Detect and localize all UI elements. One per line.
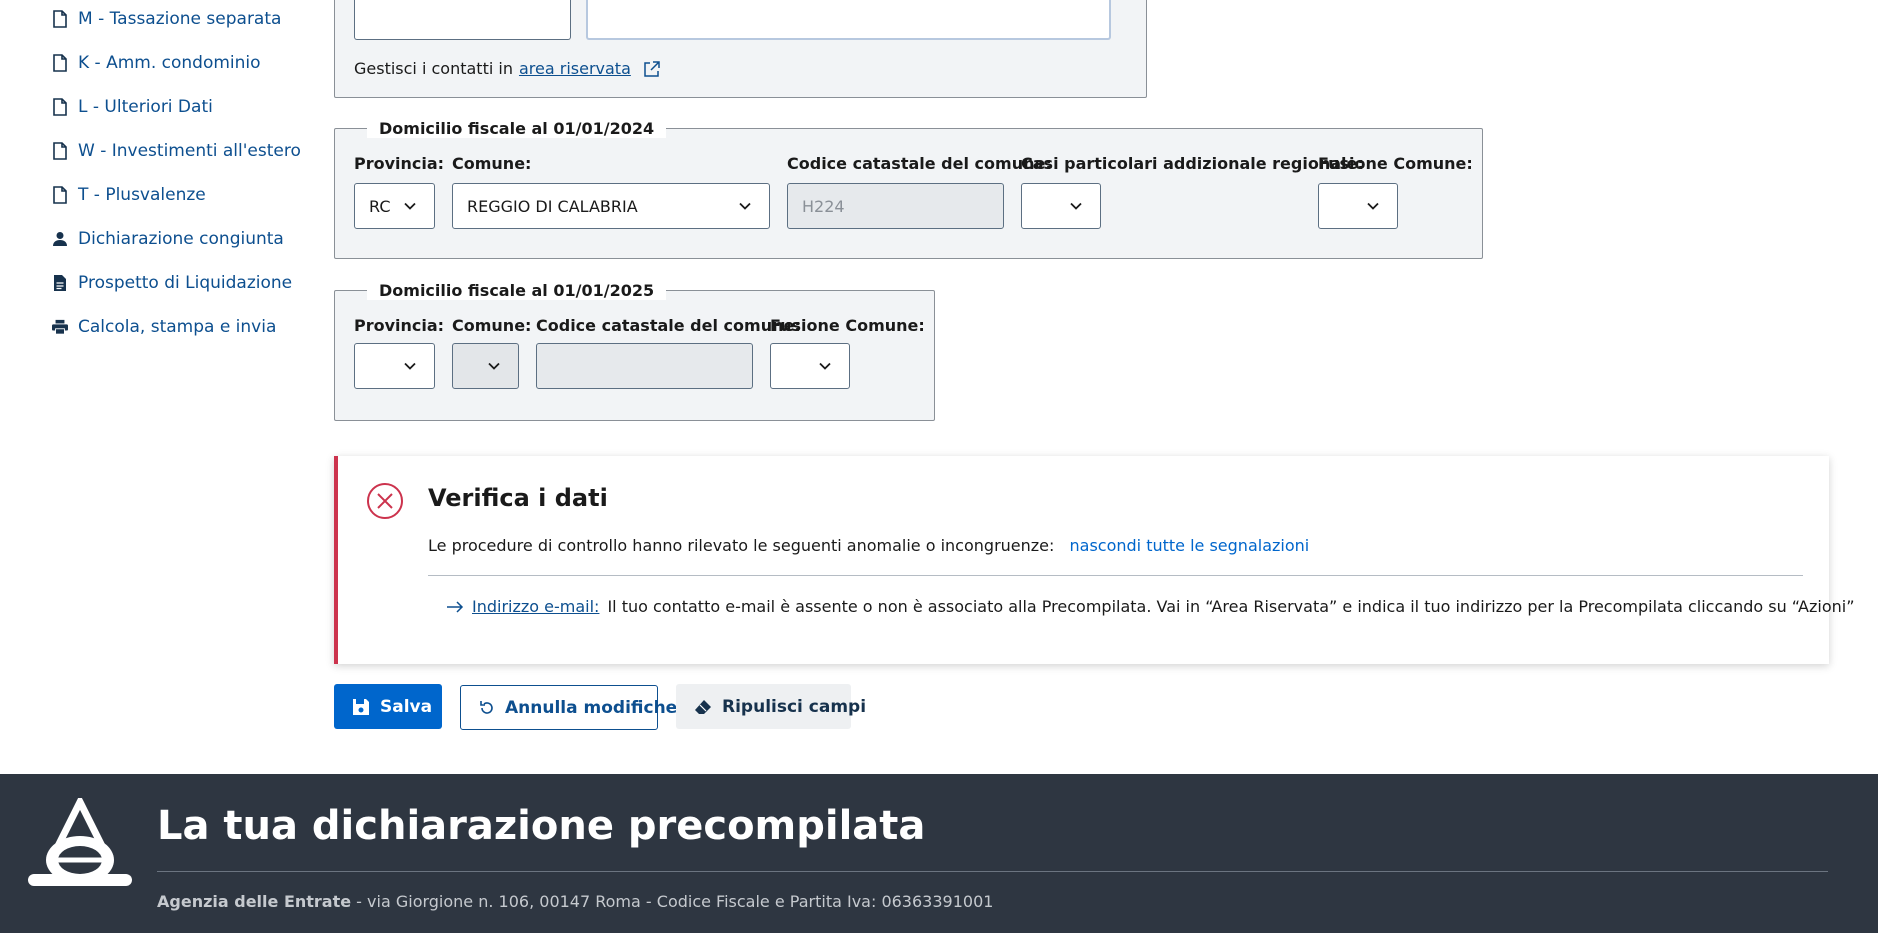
phone-field[interactable] bbox=[354, 0, 571, 40]
page: M - Tassazione separata K - Amm. condomi… bbox=[0, 0, 1878, 933]
fusione-comune-label: Fusione Comune: bbox=[770, 316, 925, 335]
sidebar-item-label: W - Investimenti all'estero bbox=[78, 141, 301, 161]
domicilio-2025-legend: Domicilio fiscale al 01/01/2025 bbox=[367, 281, 667, 300]
chevron-down-icon bbox=[404, 202, 416, 210]
footer: La tua dichiarazione precompilata Agenzi… bbox=[0, 774, 1878, 933]
contacts-note: Gestisci i contatti in area riservata bbox=[354, 59, 661, 78]
sidebar-item-quadro-m[interactable]: M - Tassazione separata bbox=[52, 9, 281, 29]
sidebar-item-label: L - Ulteriori Dati bbox=[78, 97, 213, 117]
provincia-value: RC bbox=[369, 196, 391, 216]
document-icon bbox=[52, 10, 68, 28]
agenzia-entrate-logo bbox=[28, 794, 132, 894]
sidebar-item-quadro-l[interactable]: L - Ulteriori Dati bbox=[52, 97, 213, 117]
email-field[interactable] bbox=[586, 0, 1111, 40]
footer-org: Agenzia delle Entrate bbox=[157, 892, 352, 911]
fusione-comune-select[interactable] bbox=[1318, 183, 1398, 229]
alert-item: Indirizzo e-mail: Il tuo contatto e-mail… bbox=[446, 597, 1854, 616]
cancel-changes-button[interactable]: Annulla modifiche bbox=[460, 685, 677, 730]
codice-catastale-field: H224 bbox=[787, 183, 1004, 229]
comune-select bbox=[452, 343, 519, 389]
person-icon bbox=[52, 230, 68, 248]
external-link-icon[interactable] bbox=[643, 60, 661, 78]
domicilio-2024-fieldset: Domicilio fiscale al 01/01/2024 Provinci… bbox=[334, 119, 1483, 259]
codice-catastale-field bbox=[536, 343, 753, 389]
comune-label: Comune: bbox=[452, 154, 532, 173]
provincia-select[interactable] bbox=[354, 343, 435, 389]
comune-value: REGGIO DI CALABRIA bbox=[467, 196, 638, 216]
chevron-down-icon bbox=[739, 202, 751, 210]
clear-fields-label: Ripulisci campi bbox=[722, 696, 867, 717]
contacts-fieldset: Gestisci i contatti in area riservata bbox=[334, 0, 1147, 98]
sidebar-item-quadro-k[interactable]: K - Amm. condominio bbox=[52, 53, 261, 73]
save-button-label: Salva bbox=[380, 696, 433, 717]
sidebar-item-label: Dichiarazione congiunta bbox=[78, 229, 284, 249]
alert-description: Le procedure di controllo hanno rilevato… bbox=[428, 536, 1055, 555]
sidebar-item-label: T - Plusvalenze bbox=[78, 185, 206, 205]
cancel-changes-label: Annulla modifiche bbox=[505, 697, 678, 718]
eraser-icon bbox=[694, 699, 712, 715]
provincia-label: Provincia: bbox=[354, 154, 445, 173]
codice-catastale-label: Codice catastale del comune: bbox=[536, 316, 801, 335]
codice-catastale-label: Codice catastale del comune: bbox=[787, 154, 1052, 173]
contacts-note-text: Gestisci i contatti in bbox=[354, 59, 513, 78]
email-anomaly-link[interactable]: Indirizzo e-mail: bbox=[472, 597, 599, 616]
email-anomaly-text: Il tuo contatto e-mail è assente o non è… bbox=[607, 597, 1855, 616]
provincia-select[interactable]: RC bbox=[354, 183, 435, 229]
clear-fields-button[interactable]: Ripulisci campi bbox=[676, 684, 866, 729]
sidebar-item-dichiarazione-congiunta[interactable]: Dichiarazione congiunta bbox=[52, 229, 284, 249]
document-filled-icon bbox=[52, 274, 68, 292]
footer-address: - via Giorgione n. 106, 00147 Roma - Cod… bbox=[351, 892, 994, 911]
alert-title: Verifica i dati bbox=[428, 484, 608, 512]
printer-icon bbox=[52, 318, 68, 336]
document-icon bbox=[52, 142, 68, 160]
sidebar-item-label: Prospetto di Liquidazione bbox=[78, 273, 293, 293]
chevron-down-icon bbox=[1367, 202, 1379, 210]
sidebar-item-quadro-t[interactable]: T - Plusvalenze bbox=[52, 185, 206, 205]
comune-select[interactable]: REGGIO DI CALABRIA bbox=[452, 183, 770, 229]
chevron-down-icon bbox=[1070, 202, 1082, 210]
sidebar-item-label: M - Tassazione separata bbox=[78, 9, 282, 29]
footer-divider bbox=[157, 871, 1828, 872]
chevron-down-icon bbox=[488, 362, 500, 370]
sidebar-item-prospetto-liquidazione[interactable]: Prospetto di Liquidazione bbox=[52, 273, 292, 293]
chevron-down-icon bbox=[404, 362, 416, 370]
comune-label: Comune: bbox=[452, 316, 532, 335]
casi-particolari-select[interactable] bbox=[1021, 183, 1101, 229]
alert-divider bbox=[428, 575, 1803, 576]
area-riservata-link[interactable]: area riservata bbox=[519, 59, 631, 78]
document-icon bbox=[52, 186, 68, 204]
document-icon bbox=[52, 54, 68, 72]
alert-text: Le procedure di controllo hanno rilevato… bbox=[428, 536, 1309, 555]
sidebar-item-quadro-w[interactable]: W - Investimenti all'estero bbox=[52, 141, 301, 161]
footer-title: La tua dichiarazione precompilata bbox=[157, 803, 926, 849]
footer-info: Agenzia delle Entrate - via Giorgione n.… bbox=[157, 892, 993, 911]
hide-warnings-link[interactable]: nascondi tutte le segnalazioni bbox=[1070, 536, 1310, 555]
sidebar-item-calcola-stampa-invia[interactable]: Calcola, stampa e invia bbox=[52, 317, 276, 337]
domicilio-2025-fieldset: Domicilio fiscale al 01/01/2025 Provinci… bbox=[334, 281, 935, 421]
fusione-comune-label: Fusione Comune: bbox=[1318, 154, 1473, 173]
domicilio-2024-legend: Domicilio fiscale al 01/01/2024 bbox=[367, 119, 667, 138]
fusione-comune-select[interactable] bbox=[770, 343, 850, 389]
arrow-right-icon bbox=[446, 600, 464, 613]
document-icon bbox=[52, 98, 68, 116]
chevron-down-icon bbox=[819, 362, 831, 370]
codice-catastale-value: H224 bbox=[802, 196, 845, 216]
sidebar-item-label: K - Amm. condominio bbox=[78, 53, 261, 73]
save-button[interactable]: Salva bbox=[334, 684, 442, 729]
casi-particolari-label: Casi particolari addizionale regionale: bbox=[1021, 154, 1364, 173]
undo-icon bbox=[479, 700, 495, 716]
provincia-label: Provincia: bbox=[354, 316, 445, 335]
error-circle-icon bbox=[366, 482, 404, 524]
floppy-disk-icon bbox=[352, 698, 370, 716]
verification-alert: Verifica i dati Le procedure di controll… bbox=[334, 456, 1854, 664]
sidebar-item-label: Calcola, stampa e invia bbox=[78, 317, 277, 337]
